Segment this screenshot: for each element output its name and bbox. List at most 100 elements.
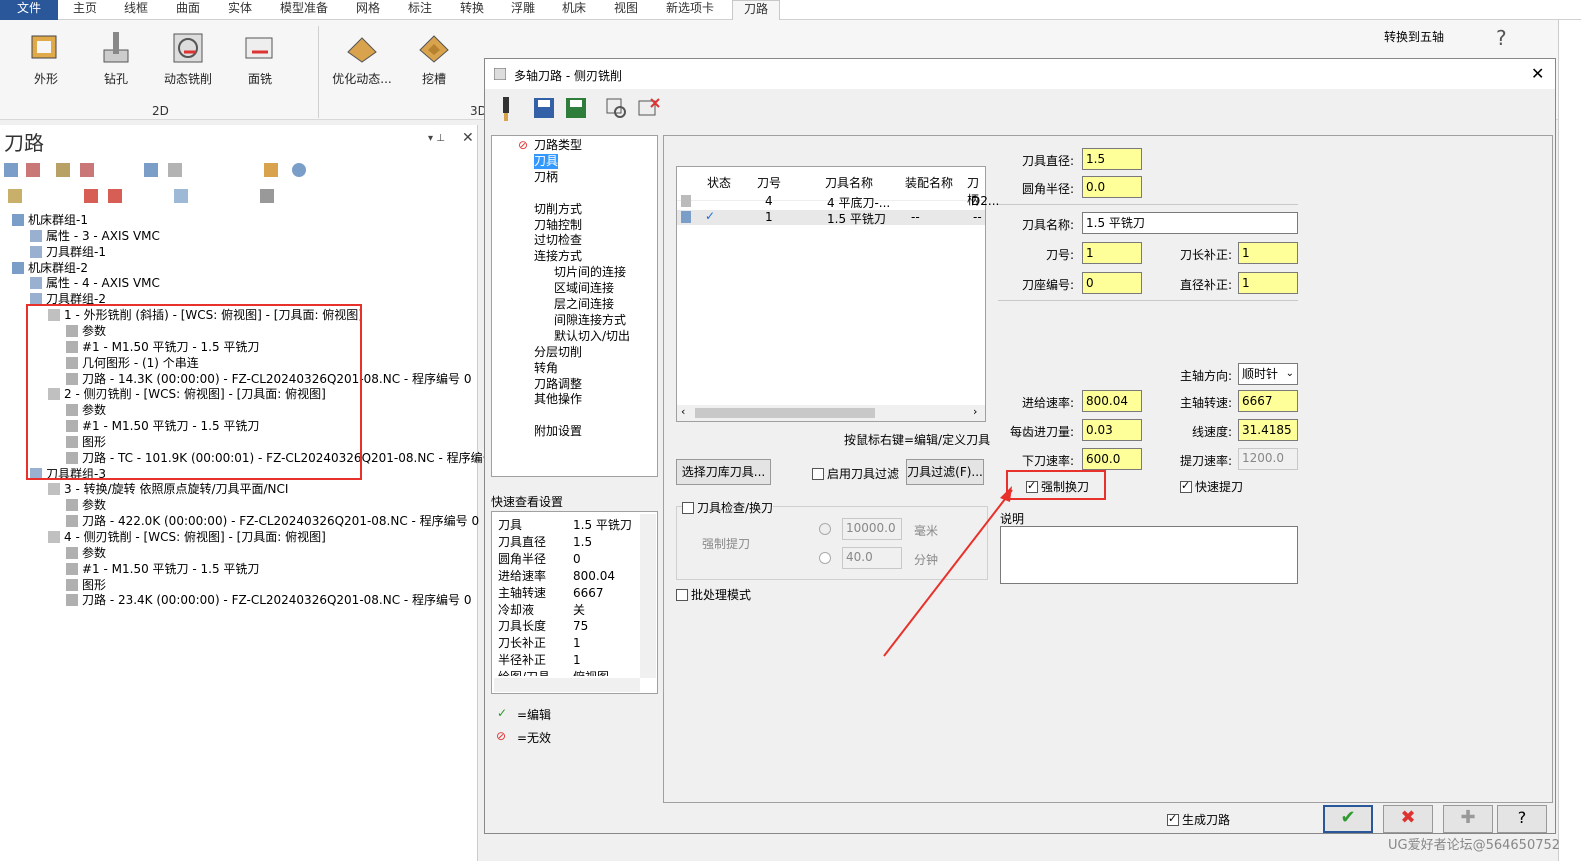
- menu-file[interactable]: 文件: [0, 0, 58, 20]
- retract-rate-field[interactable]: 1200.0: [1238, 448, 1298, 470]
- menu-wireframe[interactable]: 线框: [124, 0, 148, 20]
- nav-item[interactable]: 刀路调整: [534, 377, 582, 392]
- nav-item[interactable]: 层之间连接: [554, 297, 614, 312]
- backplot-icon[interactable]: [168, 163, 182, 177]
- menu-transform[interactable]: 转换: [460, 0, 484, 20]
- tool-diameter-field[interactable]: 1.5: [1082, 148, 1142, 170]
- tree-item[interactable]: 刀路 - 23.4K (00:00:00) - FZ-CL20240326Q20…: [66, 593, 472, 608]
- table-row[interactable]: 4 4 平底刀-... D2...: [677, 194, 999, 210]
- tree-item[interactable]: 4 - 侧刃铣削 - [WCS: 俯视图] - [刀具面: 俯视图]: [48, 530, 326, 545]
- batch-mode-checkbox[interactable]: 批处理模式: [676, 586, 751, 603]
- drill-button[interactable]: 钻孔: [84, 24, 148, 87]
- tool-table[interactable]: 状态 刀号 刀具名称 装配名称 刀柄 4 4 平底刀-... D2... ✓ 1…: [676, 166, 999, 422]
- corner-radius-field[interactable]: 0.0: [1082, 176, 1142, 198]
- tree-item[interactable]: 参数: [66, 546, 106, 561]
- tool-no-field[interactable]: 1: [1082, 242, 1142, 264]
- add-button[interactable]: ✚: [1443, 805, 1493, 833]
- nav-item[interactable]: 刀轴控制: [534, 218, 582, 233]
- menu-view[interactable]: 视图: [614, 0, 638, 20]
- retract-time-radio[interactable]: [819, 552, 831, 564]
- regenerate-icon[interactable]: [56, 163, 70, 177]
- nav-item[interactable]: 间隙连接方式: [554, 313, 626, 328]
- menu-machine[interactable]: 机床: [562, 0, 586, 20]
- scroll-thumb[interactable]: [695, 408, 875, 418]
- nav-item[interactable]: 过切检查: [534, 233, 582, 248]
- scroll-left-icon[interactable]: ‹: [681, 405, 685, 418]
- menu-surface[interactable]: 曲面: [176, 0, 200, 20]
- tool-icon[interactable]: [497, 97, 515, 121]
- save-icon[interactable]: [533, 97, 555, 119]
- dia-comp-field[interactable]: 1: [1238, 272, 1298, 294]
- tree-item[interactable]: 刀具群组-1: [30, 245, 106, 260]
- move-up-icon[interactable]: [108, 189, 122, 203]
- col-tool-name[interactable]: 刀具名称: [825, 174, 873, 191]
- reset-icon[interactable]: [637, 97, 661, 121]
- menu-model-prep[interactable]: 模型准备: [280, 0, 328, 20]
- nav-item[interactable]: 刀路类型: [534, 138, 582, 153]
- nav-item[interactable]: 切片间的连接: [554, 265, 626, 280]
- col-tool-no[interactable]: 刀号: [757, 174, 781, 191]
- panel-pin-icon[interactable]: ▾ ⊥: [428, 133, 445, 144]
- rapid-retract-checkbox[interactable]: 快速提刀: [1180, 478, 1243, 495]
- help-panel-icon[interactable]: [292, 163, 306, 177]
- dynamic-mill-label[interactable]: 动态铣削: [164, 72, 212, 86]
- menu-solid[interactable]: 实体: [228, 0, 252, 20]
- post-icon[interactable]: [264, 163, 278, 177]
- generate-path-checkbox[interactable]: 生成刀路: [1167, 811, 1230, 828]
- col-assembly[interactable]: 装配名称: [905, 174, 953, 191]
- retract-distance-radio[interactable]: [819, 523, 831, 535]
- select-cursor-icon[interactable]: [174, 189, 188, 203]
- tree-item[interactable]: 图形: [66, 578, 106, 593]
- seat-no-field[interactable]: 0: [1082, 272, 1142, 294]
- tree-item[interactable]: 3 - 转换/旋转 依照原点旋转/刀具平面/NCI: [48, 482, 288, 497]
- convert-5axis-button[interactable]: 转换到五轴: [1384, 28, 1444, 45]
- nav-item[interactable]: 连接方式: [534, 249, 582, 264]
- deselect-icon[interactable]: [26, 163, 40, 177]
- spindle-speed-field[interactable]: 6667: [1238, 390, 1298, 412]
- save-as-icon[interactable]: [565, 97, 587, 119]
- nav-item[interactable]: 切削方式: [534, 202, 582, 217]
- menu-mesh[interactable]: 网格: [356, 0, 380, 20]
- table-row-selected[interactable]: ✓ 1 1.5 平铣刀 -- --: [677, 209, 985, 226]
- quick-view-scrollbar[interactable]: [640, 514, 656, 678]
- plunge-field[interactable]: 600.0: [1082, 448, 1142, 470]
- nav-item[interactable]: 区域间连接: [554, 281, 614, 296]
- tool-name-field[interactable]: 1.5 平铣刀: [1082, 212, 1298, 234]
- nav-item[interactable]: 刀具: [534, 153, 559, 169]
- panel-close-icon[interactable]: ✕: [462, 130, 474, 146]
- simulate-icon[interactable]: [144, 163, 158, 177]
- lock-icon[interactable]: [8, 189, 22, 203]
- feed-per-tooth-field[interactable]: 0.03: [1082, 419, 1142, 441]
- tree-item[interactable]: 属性 - 3 - AXIS VMC: [30, 229, 160, 244]
- tree-item[interactable]: 属性 - 4 - AXIS VMC: [30, 276, 160, 291]
- tree-item[interactable]: 参数: [66, 498, 106, 513]
- nav-item[interactable]: 转角: [534, 361, 558, 376]
- nav-item[interactable]: 分层切削: [534, 345, 582, 360]
- select-all-icon[interactable]: [4, 163, 18, 177]
- view-icon[interactable]: [605, 97, 629, 121]
- help-button[interactable]: ?: [1497, 805, 1547, 833]
- menu-dimension[interactable]: 标注: [408, 0, 432, 20]
- menu-toolpaths[interactable]: 刀路: [732, 0, 780, 20]
- move-down-icon[interactable]: [84, 189, 98, 203]
- optimized-dynamic-button[interactable]: 优化动态...: [330, 24, 394, 87]
- menu-relief[interactable]: 浮雕: [511, 0, 535, 20]
- nav-item[interactable]: 默认切入/切出: [554, 329, 630, 344]
- tree-item[interactable]: 机床群组-2: [12, 261, 88, 276]
- nav-item[interactable]: 刀柄: [534, 170, 558, 185]
- dialog-close-icon[interactable]: ✕: [1531, 64, 1544, 83]
- menu-new-tab[interactable]: 新选项卡: [666, 0, 714, 20]
- tree-item[interactable]: 刀路 - 422.0K (00:00:00) - FZ-CL20240326Q2…: [66, 514, 479, 529]
- regen-dirty-icon[interactable]: [80, 163, 94, 177]
- cancel-button[interactable]: ✖: [1383, 805, 1433, 833]
- contour-button[interactable]: 外形: [14, 24, 78, 87]
- dynamic-mill-button[interactable]: 动态铣削: [156, 24, 220, 87]
- length-comp-field[interactable]: 1: [1238, 242, 1298, 264]
- col-status[interactable]: 状态: [707, 174, 731, 191]
- menu-home[interactable]: 主页: [73, 0, 97, 20]
- tree-item[interactable]: #1 - M1.50 平铣刀 - 1.5 平铣刀: [66, 562, 259, 577]
- nav-item[interactable]: 附加设置: [534, 424, 582, 439]
- help-icon[interactable]: ?: [1496, 26, 1507, 50]
- tool-check-checkbox[interactable]: 刀具检查/换刀: [682, 499, 774, 516]
- scroll-right-icon[interactable]: ›: [973, 405, 977, 418]
